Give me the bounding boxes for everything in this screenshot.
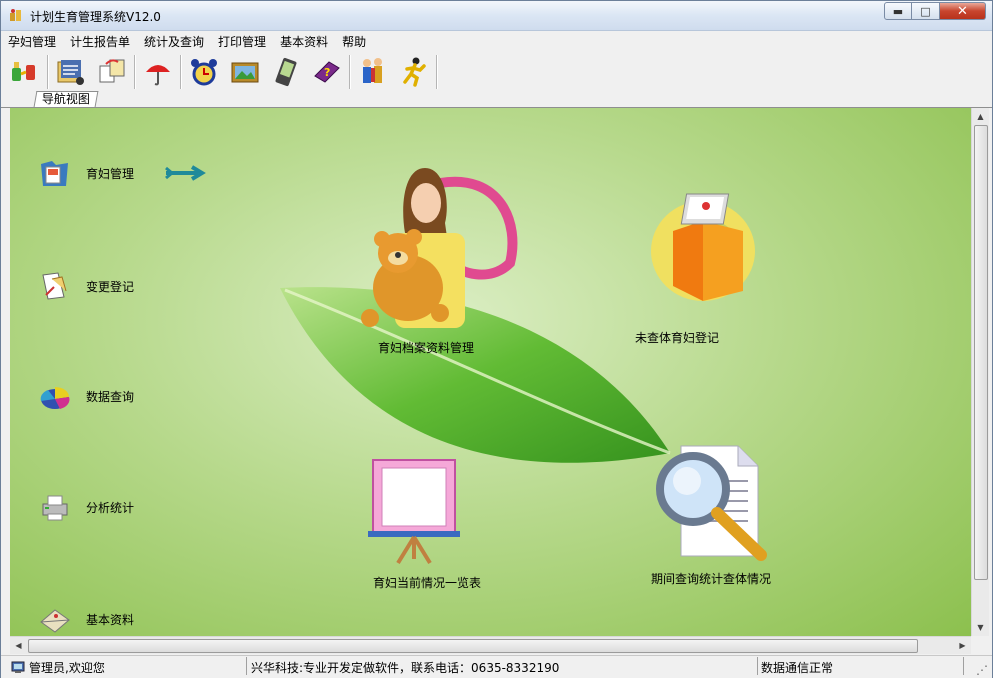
laptop-book-icon	[651, 193, 755, 301]
close-icon: ✕	[957, 3, 968, 19]
feature-label: 期间查询统计查体情况	[651, 572, 772, 586]
window-title: 计划生育管理系统V12.0	[30, 10, 161, 24]
status-separator	[246, 657, 247, 675]
menu-item-stats[interactable]: 统计及查询	[137, 31, 211, 51]
menu-bar: 孕妇管理 计生报告单 统计及查询 打印管理 基本资料 帮助	[1, 31, 992, 51]
mother-bear-icon	[361, 168, 518, 328]
toolbar-umbrella-button[interactable]	[142, 56, 174, 88]
status-connection: 数据通信正常	[761, 661, 834, 675]
toolbar-separator	[134, 55, 136, 89]
toolbar-separator	[349, 55, 351, 89]
nav-item-data-query[interactable]: 数据查询	[38, 379, 134, 413]
view-tab-strip: 导航视图	[1, 91, 992, 108]
horizontal-scrollbar[interactable]: ◀ ▶	[10, 636, 971, 654]
scroll-left-button[interactable]: ◀	[10, 637, 27, 654]
envelope-icon	[40, 609, 70, 633]
chevron-down-icon: ▼	[977, 623, 984, 632]
toolbar-separator	[180, 55, 182, 89]
chevron-left-icon: ◀	[15, 641, 22, 650]
printer-icon	[42, 495, 68, 521]
tab-navigation-view[interactable]: 导航视图	[33, 91, 99, 107]
easel-board-icon	[368, 459, 460, 565]
nav-item-label: 育妇管理	[86, 166, 135, 181]
toolbar-picture-button[interactable]	[229, 56, 261, 88]
toolbar-pda-button[interactable]	[270, 56, 302, 88]
menu-item-report[interactable]: 计生报告单	[63, 31, 137, 51]
nav-item-label: 基本资料	[86, 612, 135, 627]
menu-item-basic[interactable]: 基本资料	[273, 31, 335, 51]
status-separator	[757, 657, 758, 675]
nav-item-analysis[interactable]: 分析统计	[38, 490, 134, 524]
minimize-icon: ▬	[892, 4, 904, 18]
records-icon	[57, 60, 84, 85]
svg-text:?: ?	[324, 66, 330, 79]
connect-icon	[12, 62, 35, 81]
close-button[interactable]: ✕	[940, 2, 986, 20]
document-edit-icon	[42, 272, 67, 300]
nav-item-change-register[interactable]: 变更登记	[38, 269, 134, 303]
toolbar-records-button[interactable]	[55, 56, 87, 88]
users-icon	[363, 58, 382, 83]
help-book-icon: ?	[314, 61, 340, 83]
minimize-button[interactable]: ▬	[884, 2, 912, 20]
scroll-down-button[interactable]: ▼	[972, 619, 989, 636]
umbrella-icon	[146, 65, 170, 86]
toolbar-transfer-button[interactable]	[96, 56, 128, 88]
vertical-scroll-thumb[interactable]	[974, 125, 988, 580]
feature-pregnant-archive[interactable]: 育妇档案资料管理	[340, 163, 530, 363]
nav-item-pregnant-manage[interactable]: 育妇管理	[38, 156, 208, 190]
toolbar-alarm-button[interactable]	[188, 56, 220, 88]
feature-unchecked-register[interactable]: 未查体育妇登记	[635, 186, 768, 346]
feature-current-status-list[interactable]: 育妇当前情况一览表	[368, 455, 498, 590]
status-separator	[963, 657, 964, 675]
nav-item-label: 变更登记	[86, 279, 135, 294]
toolbar-separator	[47, 55, 49, 89]
picture-icon	[231, 62, 259, 83]
admin-user-icon	[11, 661, 25, 673]
magnifier-document-icon	[656, 445, 767, 561]
vertical-scrollbar[interactable]: ▲ ▼	[971, 108, 989, 636]
alarm-clock-icon	[191, 59, 217, 86]
nav-item-label: 分析统计	[86, 500, 135, 515]
toolbar-users-button[interactable]	[357, 56, 389, 88]
nav-item-basic-info[interactable]: 基本资料	[38, 602, 134, 636]
transfer-icon	[99, 59, 125, 83]
exit-runner-icon	[403, 57, 426, 87]
arrow-right-icon	[165, 165, 206, 181]
navigation-view-panel: 育妇管理 变更登记 数据查询 分析统计 基本资料 育妇档案资料管理 未查体育妇登…	[10, 108, 971, 636]
menu-item-pregnant[interactable]: 孕妇管理	[1, 31, 63, 51]
pie-chart-icon	[40, 387, 70, 409]
nav-item-label: 数据查询	[86, 389, 135, 404]
status-user: 管理员,欢迎您	[29, 661, 105, 675]
feature-period-query-stats[interactable]: 期间查询统计查体情况	[651, 441, 793, 591]
app-icon	[10, 9, 21, 21]
toolbar: ?	[1, 52, 992, 92]
status-company: 兴华科技:专业开发定做软件，联系电话：0635-8332190	[251, 661, 560, 675]
title-bar[interactable]: 计划生育管理系统V12.0 ▬ □ ✕	[1, 1, 992, 31]
folder-icon	[41, 161, 68, 186]
toolbar-separator	[436, 55, 438, 89]
toolbar-connect-button[interactable]	[9, 56, 41, 88]
resize-grip-icon[interactable]: ⋰	[976, 663, 988, 677]
feature-label: 育妇当前情况一览表	[373, 576, 482, 590]
maximize-button[interactable]: □	[912, 2, 940, 20]
horizontal-scroll-thumb[interactable]	[28, 639, 918, 653]
feature-label: 未查体育妇登记	[635, 331, 720, 345]
scroll-right-button[interactable]: ▶	[954, 637, 971, 654]
menu-item-help[interactable]: 帮助	[335, 31, 373, 51]
menu-item-print[interactable]: 打印管理	[211, 31, 273, 51]
scroll-up-button[interactable]: ▲	[972, 108, 989, 125]
status-bar: 管理员,欢迎您 兴华科技:专业开发定做软件，联系电话：0635-8332190 …	[1, 655, 992, 678]
maximize-icon: □	[920, 4, 931, 18]
toolbar-help-button[interactable]: ?	[311, 56, 343, 88]
chevron-right-icon: ▶	[959, 641, 966, 650]
pda-icon	[275, 57, 297, 87]
app-window: 计划生育管理系统V12.0 ▬ □ ✕ 孕妇管理 计生报告单 统计及查询 打印管…	[0, 0, 993, 678]
chevron-up-icon: ▲	[977, 112, 984, 121]
feature-label: 育妇档案资料管理	[378, 341, 475, 355]
toolbar-exit-button[interactable]	[398, 56, 430, 88]
